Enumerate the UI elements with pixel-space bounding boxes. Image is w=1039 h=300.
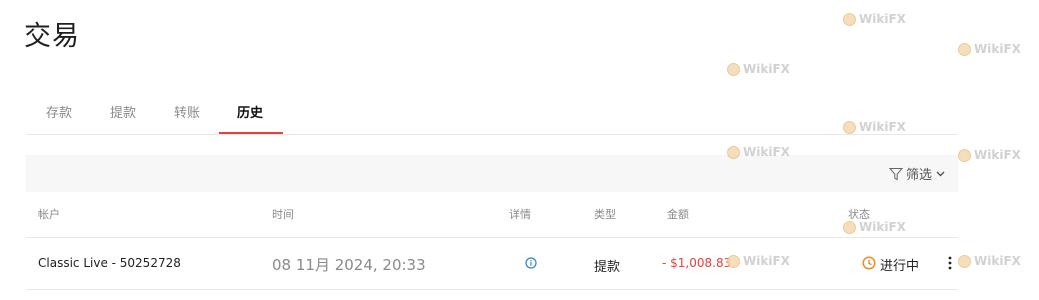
filter-button[interactable]: 筛选: [888, 164, 946, 183]
row-type: 提款: [594, 260, 621, 275]
active-tab-indicator: [219, 132, 283, 134]
header-time: 时间: [272, 208, 294, 221]
watermark: WikiFX: [727, 145, 790, 159]
watermark-logo-icon: [843, 12, 856, 26]
watermark: WikiFX: [843, 220, 906, 234]
tab-deposit[interactable]: 存款: [46, 102, 72, 121]
header-account: 帐户: [38, 208, 60, 221]
header-amount: 金额: [667, 208, 689, 221]
watermark-logo-icon: [958, 148, 971, 162]
clock-icon: [862, 255, 876, 274]
watermark-logo-icon: [727, 145, 740, 159]
filter-bar: 筛选: [26, 155, 958, 192]
chevron-down-icon: [935, 168, 946, 179]
header-type: 类型: [594, 208, 616, 221]
watermark: WikiFX: [727, 254, 790, 268]
info-icon[interactable]: [525, 257, 537, 272]
row-account: Classic Live - 50252728: [38, 256, 181, 270]
more-options-icon[interactable]: [948, 255, 952, 274]
table-header: 帐户 时间 详情 类型 金额 状态: [26, 198, 958, 238]
header-details: 详情: [509, 208, 531, 221]
watermark-logo-icon: [843, 220, 856, 234]
tab-withdraw[interactable]: 提款: [110, 102, 136, 121]
row-status: 进行中: [862, 255, 919, 274]
watermark: WikiFX: [958, 254, 1021, 268]
transaction-tabs: 存款 提款 转账 历史: [26, 96, 958, 135]
tab-history[interactable]: 历史: [237, 102, 263, 121]
filter-icon: [888, 167, 903, 181]
watermark-logo-icon: [727, 62, 740, 76]
watermark: WikiFX: [958, 42, 1021, 56]
watermark: WikiFX: [727, 62, 790, 76]
tab-transfer[interactable]: 转账: [174, 102, 200, 121]
table-row: Classic Live - 50252728 08 11月 2024, 20:…: [26, 238, 958, 290]
watermark: WikiFX: [843, 120, 906, 134]
watermark-logo-icon: [727, 254, 740, 268]
watermark-logo-icon: [958, 42, 971, 56]
watermark: WikiFX: [958, 148, 1021, 162]
filter-label: 筛选: [905, 168, 932, 183]
row-time: 08 11月 2024, 20:33: [272, 256, 426, 274]
page-title: 交易: [24, 21, 80, 52]
status-label: 进行中: [880, 259, 920, 274]
watermark-logo-icon: [958, 254, 971, 268]
row-amount: - $1,008.83: [662, 256, 732, 270]
watermark-logo-icon: [843, 120, 856, 134]
watermark: WikiFX: [843, 12, 906, 26]
